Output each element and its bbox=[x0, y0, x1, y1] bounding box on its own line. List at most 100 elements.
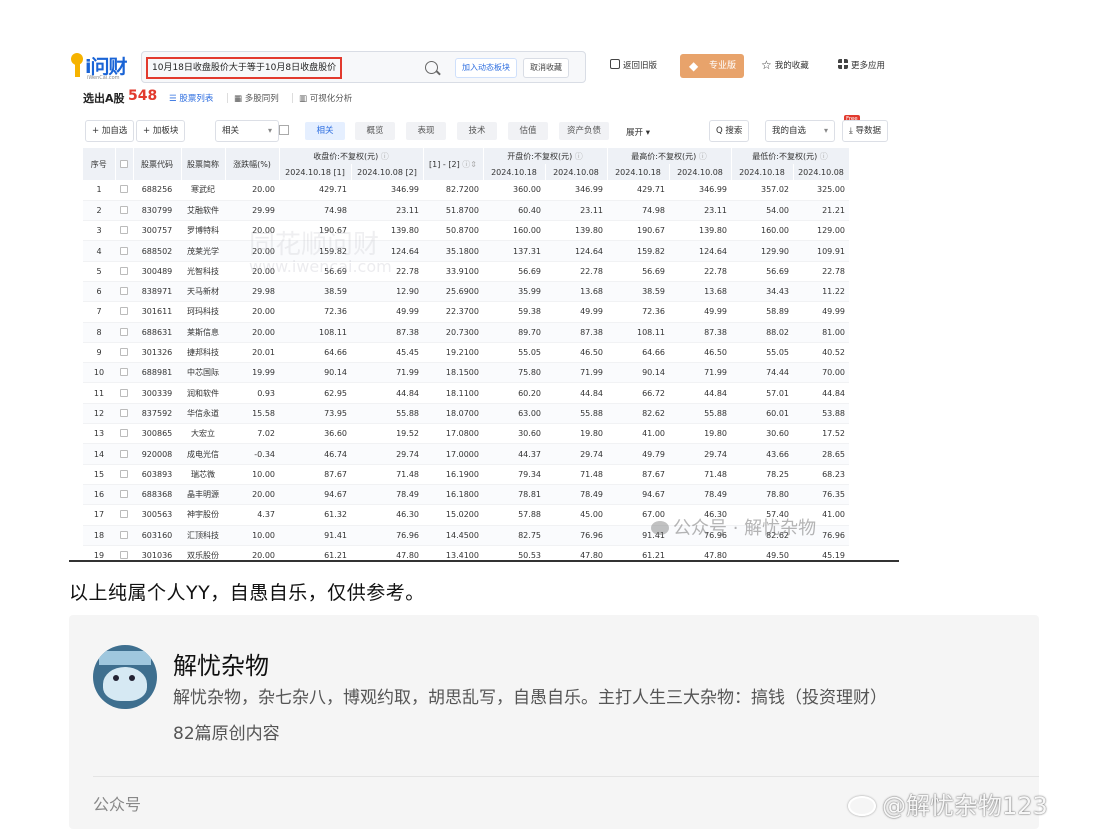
header-low-date-a[interactable]: 2024.10.18 bbox=[731, 164, 794, 180]
table-row[interactable]: 4 688502 茂莱光学 20.00 159.82 124.64 35.1800 137.3… bbox=[83, 240, 849, 262]
cell-name[interactable]: 大宏立 bbox=[181, 423, 225, 445]
cell-name[interactable]: 艾融软件 bbox=[181, 200, 225, 222]
header-name[interactable]: 股票简称 bbox=[181, 148, 226, 180]
add-block-button[interactable]: + 加板块 bbox=[136, 120, 186, 142]
row-checkbox[interactable] bbox=[115, 322, 133, 343]
row-checkbox[interactable] bbox=[115, 382, 133, 404]
cell-name[interactable]: 双乐股份 bbox=[181, 545, 225, 560]
header-close-date-1[interactable]: 2024.10.18 [1] bbox=[279, 164, 352, 180]
row-checkbox[interactable] bbox=[115, 281, 133, 303]
cell-name[interactable]: 成电光信 bbox=[181, 443, 225, 465]
cell-name[interactable]: 瑞芯微 bbox=[181, 464, 225, 485]
cell-name[interactable]: 捷邦科技 bbox=[181, 342, 225, 364]
cell-name[interactable]: 罗博特科 bbox=[181, 220, 225, 242]
table-row[interactable]: 9 301326 捷邦科技 20.01 64.66 45.45 19.2100 55.05 46… bbox=[83, 342, 849, 364]
search-icon[interactable] bbox=[425, 61, 438, 74]
cell-name[interactable]: 天马新材 bbox=[181, 281, 225, 303]
table-row[interactable]: 16 688368 晶丰明源 20.00 94.67 78.49 16.1800 78.81 7… bbox=[83, 484, 849, 506]
row-checkbox[interactable] bbox=[115, 525, 133, 546]
header-close[interactable]: 收盘价:不复权(元) ⓘ bbox=[279, 148, 424, 164]
row-checkbox[interactable] bbox=[115, 545, 133, 560]
filter-technical[interactable]: 技术 bbox=[457, 122, 497, 140]
row-checkbox[interactable] bbox=[115, 240, 133, 262]
table-row[interactable]: 15 603893 瑞芯微 10.00 87.67 71.48 16.1900 79.34 71… bbox=[83, 464, 849, 485]
my-watchlist-select[interactable]: 我的自选 bbox=[765, 120, 835, 142]
cell-name[interactable]: 华信永道 bbox=[181, 403, 225, 425]
cell-name[interactable]: 寒武纪 bbox=[181, 180, 225, 201]
header-high-date-a[interactable]: 2024.10.18 bbox=[607, 164, 670, 180]
cell-name[interactable]: 莱斯信息 bbox=[181, 322, 225, 343]
header-close-date-2[interactable]: 2024.10.08 [2] bbox=[351, 164, 424, 180]
header-open[interactable]: 开盘价:不复权(元) ⓘ bbox=[483, 148, 608, 164]
cell-name[interactable]: 中芯国际 bbox=[181, 362, 225, 384]
row-checkbox[interactable] bbox=[115, 200, 133, 222]
tab-visual-analysis[interactable]: ▥ 可视化分析 bbox=[299, 92, 352, 104]
account-name[interactable]: 解忧杂物 bbox=[173, 646, 269, 681]
filter-related[interactable]: 相关 bbox=[305, 122, 345, 140]
table-row[interactable]: 12 837592 华信永道 15.58 73.95 55.88 18.0700 63.00 5… bbox=[83, 403, 849, 425]
cancel-favorite-button[interactable]: 取消收藏 bbox=[523, 58, 569, 78]
cell-name[interactable]: 茂莱光学 bbox=[181, 240, 225, 262]
cell-name[interactable]: 汇顶科技 bbox=[181, 525, 225, 546]
header-open-date-a[interactable]: 2024.10.18 bbox=[483, 164, 546, 180]
table-row[interactable]: 3 300757 罗博特科 20.00 190.67 139.80 50.8700 160.0… bbox=[83, 220, 849, 242]
row-checkbox[interactable] bbox=[115, 180, 133, 201]
row-checkbox[interactable] bbox=[115, 301, 133, 323]
row-checkbox[interactable] bbox=[115, 342, 133, 364]
columns-icon[interactable] bbox=[279, 125, 289, 135]
table-row[interactable]: 14 920008 成电光信 -0.34 46.74 29.74 17.0000 44.37 2… bbox=[83, 443, 849, 465]
iwencai-logo[interactable]: i问财 iWenCai.com bbox=[71, 53, 131, 81]
row-checkbox[interactable] bbox=[115, 464, 133, 485]
expand-button[interactable]: 展开 ▾ bbox=[626, 126, 650, 138]
table-row[interactable]: 6 838971 天马新材 29.98 38.59 12.90 25.6900 35.99 13… bbox=[83, 281, 849, 303]
table-row[interactable]: 19 301036 双乐股份 20.00 61.21 47.80 13.4100 50.53 4… bbox=[83, 545, 849, 560]
header-select-all[interactable] bbox=[115, 148, 134, 180]
row-checkbox[interactable] bbox=[115, 261, 133, 282]
row-checkbox[interactable] bbox=[115, 484, 133, 506]
more-apps-link[interactable]: 更多应用 bbox=[838, 59, 885, 71]
table-row[interactable]: 2 830799 艾融软件 29.99 74.98 23.11 51.8700 60.40 23… bbox=[83, 200, 849, 222]
my-favorites-link[interactable]: ☆ 我的收藏 bbox=[761, 59, 809, 71]
header-pct[interactable]: 涨跌幅(%) bbox=[225, 148, 280, 180]
row-checkbox[interactable] bbox=[115, 220, 133, 242]
filter-valuation[interactable]: 估值 bbox=[508, 122, 548, 140]
related-select[interactable]: 相关 bbox=[215, 120, 279, 142]
header-open-date-b[interactable]: 2024.10.08 bbox=[545, 164, 608, 180]
header-low-date-b[interactable]: 2024.10.08 bbox=[793, 164, 850, 180]
table-row[interactable]: 5 300489 光智科技 20.00 56.69 22.78 33.9100 56.69 22… bbox=[83, 261, 849, 282]
search-button[interactable]: Q 搜索 bbox=[709, 120, 750, 142]
row-checkbox[interactable] bbox=[115, 423, 133, 445]
header-diff[interactable]: [1] - [2] ⓘ⇕ bbox=[423, 148, 484, 180]
search-input[interactable]: 10月18日收盘股价大于等于10月8日收盘股价 bbox=[146, 57, 342, 79]
cell-name[interactable]: 光智科技 bbox=[181, 261, 225, 282]
back-old-version-link[interactable]: 返回旧版 bbox=[610, 59, 657, 71]
filter-overview[interactable]: 概览 bbox=[355, 122, 395, 140]
filter-performance[interactable]: 表现 bbox=[406, 122, 446, 140]
filter-balance-sheet[interactable]: 资产负债 bbox=[559, 122, 609, 140]
cell-name[interactable]: 珂玛科技 bbox=[181, 301, 225, 323]
add-watchlist-button[interactable]: + 加自选 bbox=[85, 120, 135, 142]
table-row[interactable]: 10 688981 中芯国际 19.99 90.14 71.99 18.1500 75.80 7… bbox=[83, 362, 849, 384]
row-checkbox[interactable] bbox=[115, 443, 133, 465]
row-checkbox[interactable] bbox=[115, 403, 133, 425]
header-code[interactable]: 股票代码 bbox=[133, 148, 182, 180]
cell-name[interactable]: 神宇股份 bbox=[181, 504, 225, 526]
table-row[interactable]: 7 301611 珂玛科技 20.00 72.36 49.99 22.3700 59.38 49… bbox=[83, 301, 849, 323]
header-low[interactable]: 最低价:不复权(元) ⓘ bbox=[731, 148, 850, 164]
cell-name[interactable]: 晶丰明源 bbox=[181, 484, 225, 506]
table-row[interactable]: 13 300865 大宏立 7.02 36.60 19.52 17.0800 30.60 19.… bbox=[83, 423, 849, 445]
export-data-button[interactable]: ⤓ 导数据 bbox=[842, 120, 888, 142]
avatar[interactable] bbox=[93, 645, 157, 709]
row-checkbox[interactable] bbox=[115, 504, 133, 526]
table-row[interactable]: 1 688256 寒武纪 20.00 429.71 346.99 82.7200 360.00… bbox=[83, 180, 849, 201]
pro-version-button[interactable]: ◆ 专业版 bbox=[680, 54, 744, 78]
header-high-date-b[interactable]: 2024.10.08 bbox=[669, 164, 732, 180]
tab-multi-stock[interactable]: ▦ 多股同列 bbox=[234, 92, 279, 104]
tab-stock-list[interactable]: ☰ 股票列表 bbox=[169, 92, 213, 104]
add-dynamic-board-button[interactable]: 加入动态板块 bbox=[455, 58, 517, 78]
cell-name[interactable]: 润和软件 bbox=[181, 382, 225, 404]
table-row[interactable]: 8 688631 莱斯信息 20.00 108.11 87.38 20.7300 89.70 8… bbox=[83, 322, 849, 343]
row-checkbox[interactable] bbox=[115, 362, 133, 384]
table-row[interactable]: 11 300339 润和软件 0.93 62.95 44.84 18.1100 60.20 44… bbox=[83, 382, 849, 404]
header-high[interactable]: 最高价:不复权(元) ⓘ bbox=[607, 148, 732, 164]
